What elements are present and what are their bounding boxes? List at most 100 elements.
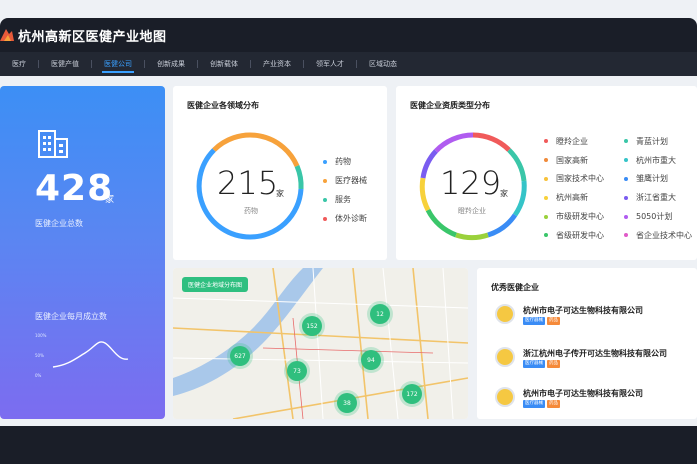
bottom-bezel	[0, 426, 697, 464]
map-bubble[interactable]: 152	[302, 316, 322, 336]
legend-item: 瞪羚企业	[544, 132, 624, 151]
qualification-legend: 瞪羚企业 青蓝计划 国家高新 杭州市重大 国家技术中心 雏鹰计划 杭州高新 浙江…	[544, 132, 697, 245]
company-logo-icon	[495, 387, 515, 407]
legend-label: 国家高新	[556, 155, 588, 165]
legend-label: 雏鹰计划	[636, 174, 668, 184]
nav-item-talent[interactable]: 领军人才	[304, 52, 356, 76]
legend-item: 青蓝计划	[624, 132, 697, 151]
legend-dot	[624, 233, 628, 238]
company-name: 浙江杭州电子传开可达生物科技有限公司	[523, 349, 667, 358]
total-companies-value: 428	[35, 168, 114, 209]
company-tag: 药品	[547, 400, 560, 408]
legend-dot	[323, 178, 327, 183]
legend-label: 杭州高新	[556, 193, 588, 203]
legend-dot	[624, 176, 628, 181]
nav-item-innovation[interactable]: 创新成果	[145, 52, 197, 76]
legend-item: 省企业技术中心	[624, 226, 697, 245]
donut-segment	[507, 148, 527, 182]
top-companies-title: 优秀医健企业	[491, 283, 539, 292]
app-frame: 杭州高新区医健产业地图 医疗 医健产值 医健公司 创新成果 创新载体 产业资本 …	[0, 0, 697, 464]
legend-dot	[624, 158, 628, 163]
nav-item-carriers[interactable]: 创新载体	[198, 52, 250, 76]
region-map-card[interactable]: 医健企业地域分布图 152 12 627 94 73 38 172	[173, 268, 468, 419]
map-bubble[interactable]: 73	[287, 361, 307, 381]
company-item[interactable]: 杭州市电子可达生物科技有限公司 医疗器械 药品	[495, 302, 685, 328]
nav-item-output[interactable]: 医健产值	[39, 52, 91, 76]
mini-trend-line	[52, 341, 129, 368]
map-bubble[interactable]: 172	[402, 384, 422, 404]
legend-item: 杭州市重大	[624, 151, 697, 170]
legend-item: 体外诊断	[323, 209, 367, 228]
mini-tick-label: 50%	[35, 353, 44, 358]
main-nav: 医疗 医健产值 医健公司 创新成果 创新载体 产业资本 领军人才 区域动态	[0, 52, 697, 76]
map-bubble[interactable]: 627	[230, 346, 250, 366]
legend-item: 国家技术中心	[544, 170, 624, 189]
nav-item-news[interactable]: 区域动态	[357, 52, 409, 76]
legend-dot	[624, 139, 628, 144]
legend-dot	[544, 176, 548, 181]
total-companies-label: 医健企业总数	[35, 219, 83, 228]
legend-label: 市级研发中心	[556, 212, 604, 222]
legend-dot	[323, 159, 327, 164]
legend-label: 青蓝计划	[636, 136, 668, 146]
qualification-center-unit: 家	[500, 189, 508, 198]
nav-item-overview[interactable]: 医疗	[0, 52, 38, 76]
nav-item-companies[interactable]: 医健公司	[92, 52, 144, 76]
legend-item: 国家高新	[544, 151, 624, 170]
donut-segment	[425, 208, 457, 238]
legend-dot	[544, 233, 548, 238]
legend-item: 杭州高新	[544, 188, 624, 207]
title-bar: 杭州高新区医健产业地图	[0, 18, 697, 52]
legend-dot	[323, 197, 327, 202]
legend-label: 瞪羚企业	[556, 136, 588, 146]
legend-label: 杭州市重大	[636, 155, 676, 165]
company-name: 杭州市电子可达生物科技有限公司	[523, 389, 643, 398]
legend-dot	[624, 214, 628, 219]
map-bubble[interactable]: 12	[370, 304, 390, 324]
legend-label: 省级研发中心	[556, 230, 604, 240]
company-tag: 药品	[547, 360, 560, 368]
qualification-center-value: 129	[440, 164, 502, 202]
legend-item: 医疗器械	[323, 171, 367, 190]
company-tag: 药品	[547, 317, 560, 325]
company-logo-icon	[495, 347, 515, 367]
top-companies-card: 优秀医健企业 杭州市电子可达生物科技有限公司 医疗器械 药品 浙江杭州电子传开可…	[477, 268, 697, 419]
donut-segment	[455, 232, 489, 241]
legend-item: 浙江省重大	[624, 188, 697, 207]
legend-item: 省级研发中心	[544, 226, 624, 245]
total-companies-unit: 家	[105, 195, 115, 205]
company-tag: 医疗器械	[523, 360, 545, 368]
donut-segment-service	[294, 165, 304, 190]
legend-dot	[624, 195, 628, 200]
company-tags: 医疗器械 药品	[523, 400, 560, 408]
company-name: 杭州市电子可达生物科技有限公司	[523, 306, 643, 315]
donut-segment	[419, 177, 431, 212]
company-tags: 医疗器械 药品	[523, 360, 560, 368]
nav-item-capital[interactable]: 产业资本	[251, 52, 303, 76]
app-logo-icon	[0, 29, 14, 41]
legend-item: 市级研发中心	[544, 207, 624, 226]
dashboard-content: 428 家 医健企业总数 医健企业每月成立数 100% 50% 0% 医健企业各…	[0, 76, 697, 426]
donut-segment	[487, 213, 518, 238]
field-distribution-title: 医健企业各领域分布	[187, 101, 259, 110]
legend-label: 药物	[335, 157, 351, 166]
map-bubble[interactable]: 94	[361, 350, 381, 370]
summary-panel: 428 家 医健企业总数 医健企业每月成立数 100% 50% 0%	[0, 86, 165, 419]
qualification-distribution-card: 医健企业资质类型分布 129 家 瞪羚企业 瞪羚企业 青蓝计划 国家高新 杭州市…	[396, 86, 697, 260]
field-legend: 药物 医疗器械 服务 体外诊断	[323, 152, 367, 228]
legend-item: 服务	[323, 190, 367, 209]
qualification-center-label: 瞪羚企业	[458, 207, 486, 215]
legend-dot	[323, 216, 327, 221]
donut-segment	[512, 180, 527, 217]
building-icon	[38, 130, 68, 158]
map-bubble[interactable]: 38	[337, 393, 357, 413]
company-logo-icon	[495, 304, 515, 324]
map-title-badge: 医健企业地域分布图	[182, 277, 249, 292]
legend-label: 服务	[335, 195, 351, 204]
company-item[interactable]: 浙江杭州电子传开可达生物科技有限公司 医疗器械 药品	[495, 345, 685, 371]
qualification-distribution-title: 医健企业资质类型分布	[410, 101, 490, 110]
legend-dot	[544, 195, 548, 200]
legend-label: 医疗器械	[335, 176, 367, 185]
company-item[interactable]: 杭州市电子可达生物科技有限公司 医疗器械 药品	[495, 385, 685, 411]
legend-dot	[544, 214, 548, 219]
